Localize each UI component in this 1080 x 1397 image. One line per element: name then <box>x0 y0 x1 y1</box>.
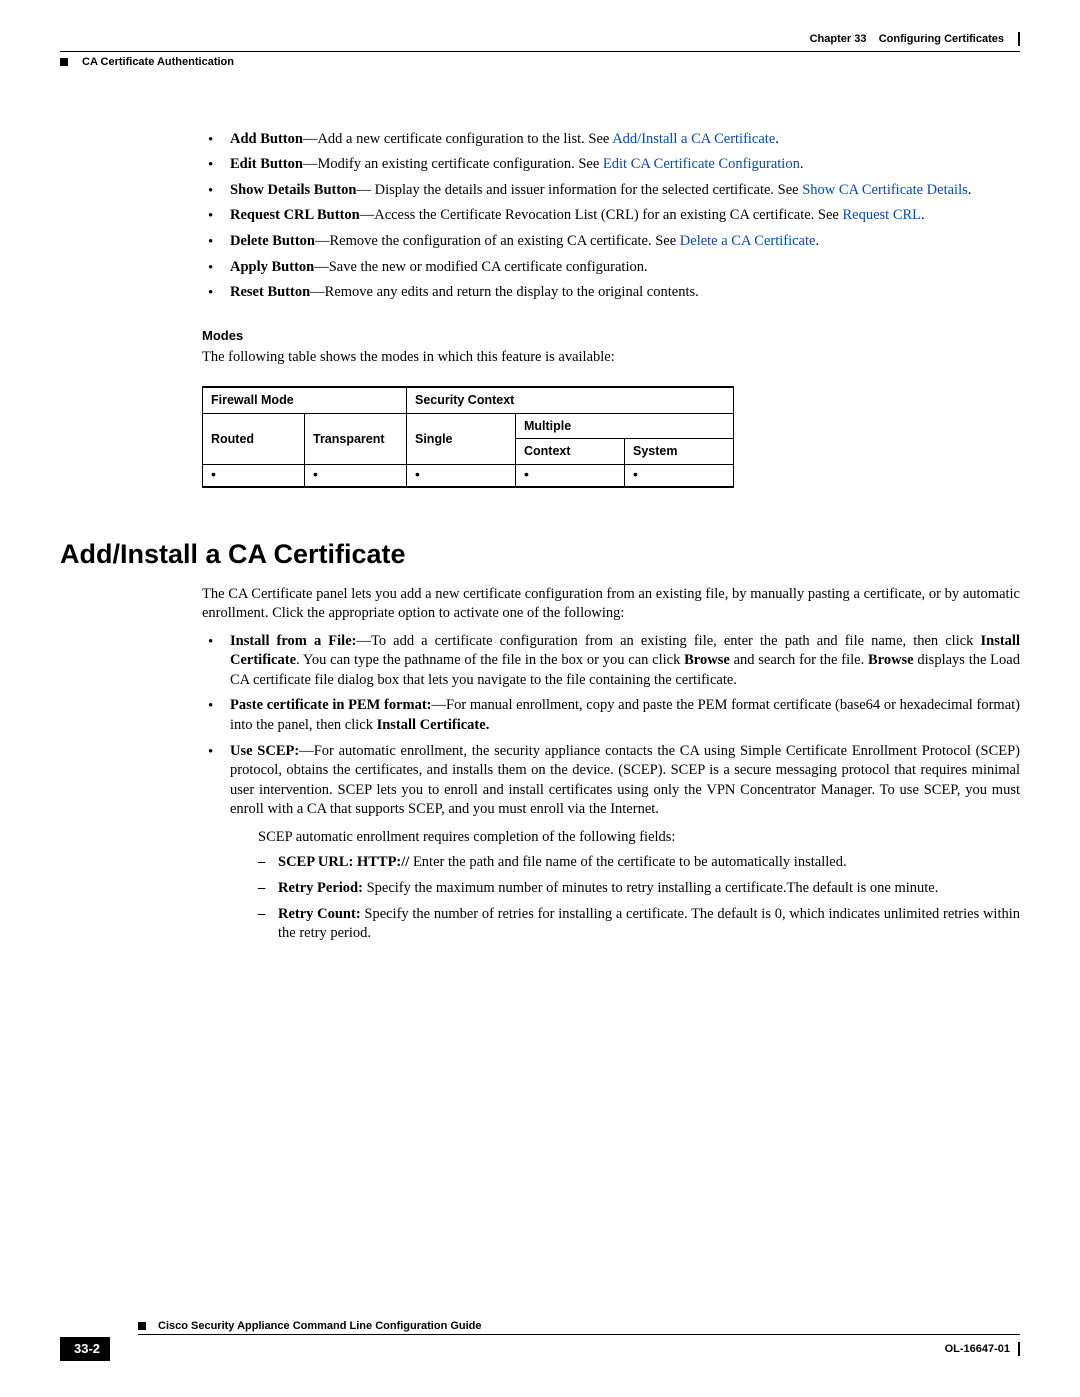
list-item: Reset Button—Remove any edits and return… <box>202 283 1020 303</box>
section-label: CA Certificate Authentication <box>82 55 234 70</box>
list-item: Install from a File:—To add a certificat… <box>202 632 1020 691</box>
footer-rule <box>138 1334 1020 1335</box>
cell-single: • <box>407 465 516 487</box>
header-rule <box>60 51 1020 52</box>
modes-table: Firewall Mode Security Context Routed Tr… <box>202 386 734 489</box>
th-system: System <box>625 439 734 465</box>
list-item: Retry Count: Specify the number of retri… <box>256 905 1020 944</box>
cell-context: • <box>516 465 625 487</box>
scep-note: SCEP automatic enrollment requires compl… <box>256 828 1020 848</box>
th-single: Single <box>407 413 516 465</box>
list-item: Apply Button—Save the new or modified CA… <box>202 258 1020 278</box>
list-item: Request CRL Button—Access the Certificat… <box>202 206 1020 226</box>
chapter-label: Chapter 33 <box>810 33 867 45</box>
th-context: Context <box>516 439 625 465</box>
modes-intro: The following table shows the modes in w… <box>202 348 1020 368</box>
cell-system: • <box>625 465 734 487</box>
scep-fields-list: SCEP URL: HTTP:// Enter the path and fil… <box>256 853 1020 943</box>
list-item: Retry Period: Specify the maximum number… <box>256 879 1020 899</box>
link-show-details[interactable]: Show CA Certificate Details <box>802 182 968 198</box>
button-description-list: Add Button—Add a new certificate configu… <box>202 130 1020 303</box>
section-marker-icon <box>60 58 68 66</box>
footer-marker-icon <box>138 1322 146 1330</box>
link-add-install[interactable]: Add/Install a CA Certificate <box>612 131 775 147</box>
modes-heading: Modes <box>202 327 1020 345</box>
list-item: Show Details Button— Display the details… <box>202 181 1020 201</box>
link-delete-cert[interactable]: Delete a CA Certificate <box>680 233 816 249</box>
footer-divider <box>1018 1342 1020 1356</box>
th-firewall: Firewall Mode <box>203 387 407 413</box>
list-item: SCEP URL: HTTP:// Enter the path and fil… <box>256 853 1020 873</box>
list-item: Use SCEP:—For automatic enrollment, the … <box>202 742 1020 944</box>
install-options-list: Install from a File:—To add a certificat… <box>202 632 1020 944</box>
document-id: OL-16647-01 <box>945 1342 1010 1357</box>
th-routed: Routed <box>203 413 305 465</box>
th-transparent: Transparent <box>305 413 407 465</box>
cell-routed: • <box>203 465 305 487</box>
list-item: Edit Button—Modify an existing certifica… <box>202 155 1020 175</box>
cell-transparent: • <box>305 465 407 487</box>
list-item: Paste certificate in PEM format:—For man… <box>202 696 1020 735</box>
link-request-crl[interactable]: Request CRL <box>843 207 922 223</box>
th-multiple: Multiple <box>516 413 734 439</box>
chapter-title: Configuring Certificates <box>879 33 1004 45</box>
footer-guide-title: Cisco Security Appliance Command Line Co… <box>158 1319 482 1334</box>
th-security: Security Context <box>407 387 734 413</box>
list-item: Add Button—Add a new certificate configu… <box>202 130 1020 150</box>
header-divider <box>1018 32 1020 46</box>
page-number-badge: 33-2 <box>60 1337 110 1361</box>
intro-paragraph: The CA Certificate panel lets you add a … <box>202 585 1020 624</box>
list-item: Delete Button—Remove the configuration o… <box>202 232 1020 252</box>
section-title-add-install: Add/Install a CA Certificate <box>60 536 1020 572</box>
link-edit-config[interactable]: Edit CA Certificate Configuration <box>603 156 800 172</box>
